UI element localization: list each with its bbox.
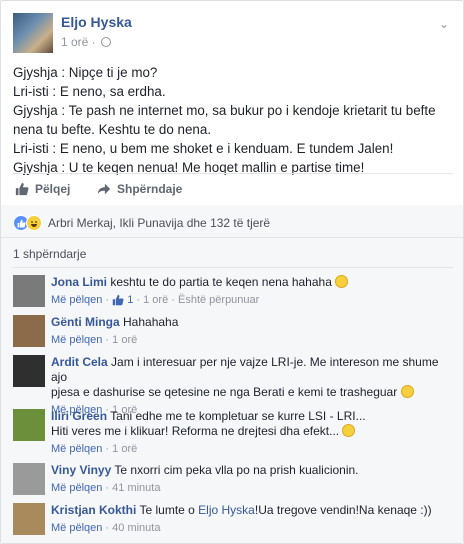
post-line: Lri-isti : E neno, u bem me shoket e i k… <box>13 141 394 156</box>
share-label: Shpërndaje <box>117 182 183 196</box>
laugh-emoji-icon <box>342 424 356 437</box>
comment-time[interactable]: 1 orë <box>112 443 137 455</box>
divider <box>13 267 453 268</box>
comment-text: Jam i interesuar per nje vajze LRI-je. M… <box>51 355 439 384</box>
chevron-down-icon[interactable]: ⌄ <box>439 17 449 31</box>
author-name[interactable]: Eljo Hyska <box>61 14 132 30</box>
reactions-text: Arbri Merkaj, Ikli Punavija dhe 132 të t… <box>48 216 271 230</box>
comment-text: Tani edhe me te kompletuar se kurre LSI … <box>110 409 366 423</box>
commenter-name[interactable]: Kristjan Kokthi <box>51 503 136 517</box>
comment-like-link[interactable]: Më pëlqen <box>51 294 102 306</box>
shares-count[interactable]: 1 shpërndarje <box>13 247 86 261</box>
avatar[interactable] <box>13 355 45 387</box>
comment-meta: Më pëlqen · 1 · 1 orë · Është përpunuar <box>51 294 260 306</box>
comment-meta: Më pëlqen · 1 orë <box>51 443 138 455</box>
avatar[interactable] <box>13 503 45 535</box>
comment-text: Te nxorri cim peka vlla po na prish kual… <box>114 463 359 477</box>
globe-icon <box>101 37 112 47</box>
laugh-emoji-icon <box>400 385 414 398</box>
post-meta: 1 orë · <box>61 35 112 49</box>
post-line: Lri-isti : E neno, sa erdha. <box>13 84 166 99</box>
commenter-name[interactable]: Gënti Minga <box>51 315 120 329</box>
avatar[interactable] <box>13 275 45 307</box>
comment-body: Iliri Green Tani edhe me te kompletuar s… <box>51 409 451 457</box>
author-avatar[interactable] <box>13 13 53 53</box>
like-button[interactable]: Pëlqej <box>15 182 70 196</box>
comment-text: pjesa e dashurise se qetesine ne nga Ber… <box>51 385 398 399</box>
comment-body: Gënti Minga Hahahaha Më pëlqen · 1 orë <box>51 315 451 348</box>
comment-text: Hahahaha <box>123 315 179 329</box>
comment-time[interactable]: 41 minuta <box>112 482 160 494</box>
comment-like-link[interactable]: Më pëlqen <box>51 482 102 494</box>
thumbs-up-icon <box>112 294 124 306</box>
comment-like-count[interactable]: 1 <box>127 294 133 306</box>
share-arrow-icon <box>97 183 111 195</box>
avatar[interactable] <box>13 315 45 347</box>
comment-meta: Më pëlqen · 40 minuta <box>51 522 161 534</box>
comment-body: Jona Limi keshtu te do partia te keqen n… <box>51 275 451 308</box>
commenter-name[interactable]: Viny Vinyy <box>51 463 111 477</box>
post-line: nena tu befte. Keshtu te do nena. <box>13 122 212 137</box>
commenter-name[interactable]: Ardit Cela <box>51 355 108 369</box>
comment-meta: Më pëlqen · 1 orë <box>51 334 138 346</box>
comment-like-link[interactable]: Më pëlqen <box>51 522 102 534</box>
divider <box>13 173 453 174</box>
thumbs-up-icon <box>15 182 29 196</box>
post-time[interactable]: 1 orë · <box>61 35 96 49</box>
comment-time[interactable]: 1 orë <box>143 294 168 306</box>
divider <box>1 237 463 238</box>
post-card: Eljo Hyska 1 orë · ⌄ Gjyshja : Nipçe ti … <box>0 0 464 544</box>
post-line: Gjyshja : Nipçe ti je mo? <box>13 65 158 80</box>
commenter-name[interactable]: Iliri Green <box>51 409 107 423</box>
comment-meta: Më pëlqen · 41 minuta <box>51 482 161 494</box>
comment-body: Viny Vinyy Te nxorri cim peka vlla po na… <box>51 463 451 496</box>
comment-body: Kristjan Kokthi Te lumte o Eljo Hyska!Ua… <box>51 503 451 536</box>
comment-text: keshtu te do partia te keqen nena hahaha <box>110 275 332 289</box>
comment-time[interactable]: 1 orë <box>112 334 137 346</box>
comments-section: Arbri Merkaj, Ikli Punavija dhe 132 të t… <box>1 205 463 543</box>
comment-text: Te lumte o <box>139 503 199 517</box>
comment-like-link[interactable]: Më pëlqen <box>51 334 102 346</box>
edited-label: Është përpunuar <box>177 294 260 306</box>
laugh-emoji-icon <box>335 275 349 288</box>
reactions-summary[interactable]: Arbri Merkaj, Ikli Punavija dhe 132 të t… <box>13 215 270 231</box>
like-label: Pëlqej <box>35 182 71 196</box>
post-text: Gjyshja : Nipçe ti je mo? Lri-isti : E n… <box>13 63 458 177</box>
post-line: Gjyshja : Te pash ne internet mo, sa buk… <box>13 103 436 118</box>
comment-text: !Ua tregove vendin!Na kenaqe :)) <box>254 503 432 517</box>
post-line: Gjyshja : U te keqen nenua! Me hoqet mal… <box>13 160 365 175</box>
avatar[interactable] <box>13 463 45 495</box>
comment-time[interactable]: 40 minuta <box>112 522 160 534</box>
haha-reaction-icon <box>26 215 42 231</box>
avatar[interactable] <box>13 409 45 441</box>
comment-text: Hiti veres me i klikuar! Reforma ne drej… <box>51 424 340 438</box>
share-button[interactable]: Shpërndaje <box>97 182 182 196</box>
mention-link[interactable]: Eljo Hyska <box>198 503 255 517</box>
commenter-name[interactable]: Jona Limi <box>51 275 107 289</box>
post-header: Eljo Hyska 1 orë · ⌄ <box>13 13 453 53</box>
comment-like-link[interactable]: Më pëlqen <box>51 443 102 455</box>
